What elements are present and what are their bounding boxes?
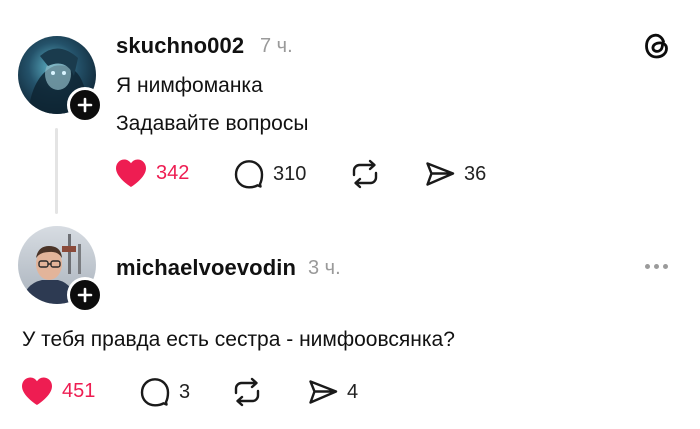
- like-button[interactable]: 342: [114, 158, 189, 188]
- thread-line: [55, 128, 58, 214]
- dot: [645, 264, 650, 269]
- reply-count: 310: [273, 162, 307, 185]
- post-username[interactable]: michaelvoevodin: [116, 255, 296, 281]
- threads-logo-icon[interactable]: [643, 31, 671, 66]
- post-username[interactable]: skuchno002: [116, 33, 244, 59]
- dot: [654, 264, 659, 269]
- like-count: 342: [156, 161, 190, 184]
- plus-icon: [77, 97, 93, 113]
- post-time: 7 ч.: [260, 35, 293, 57]
- dot: [663, 264, 668, 269]
- plus-icon: [77, 287, 93, 303]
- post-text-line: Задавайте вопросы: [116, 112, 309, 135]
- post-text: У тебя правда есть сестра - нимфоовсянка…: [22, 328, 455, 351]
- share-count: 36: [464, 162, 487, 185]
- reply-button[interactable]: 3: [139, 376, 190, 408]
- like-count: 451: [62, 379, 96, 402]
- send-icon: [309, 380, 338, 404]
- heart-filled-icon: [116, 159, 146, 187]
- repost-button[interactable]: [230, 376, 264, 408]
- reply-count: 3: [179, 380, 191, 403]
- repost-icon: [352, 159, 378, 189]
- heart-filled-icon: [22, 377, 52, 405]
- follow-button[interactable]: [67, 277, 103, 313]
- repost-button[interactable]: [348, 158, 382, 190]
- post-time: 3 ч.: [308, 257, 341, 279]
- share-count: 4: [347, 380, 359, 403]
- repost-icon: [234, 377, 260, 407]
- send-icon: [426, 162, 455, 186]
- post-text-line: Я нимфоманка: [116, 74, 263, 97]
- comment-bubble-icon: [234, 160, 264, 189]
- share-button[interactable]: 4: [307, 376, 358, 408]
- follow-button[interactable]: [67, 87, 103, 123]
- comment-bubble-icon: [140, 378, 170, 407]
- more-options-icon[interactable]: [645, 264, 668, 269]
- like-button[interactable]: 451: [20, 376, 95, 406]
- reply-button[interactable]: 310: [233, 158, 306, 190]
- share-button[interactable]: 36: [424, 158, 486, 190]
